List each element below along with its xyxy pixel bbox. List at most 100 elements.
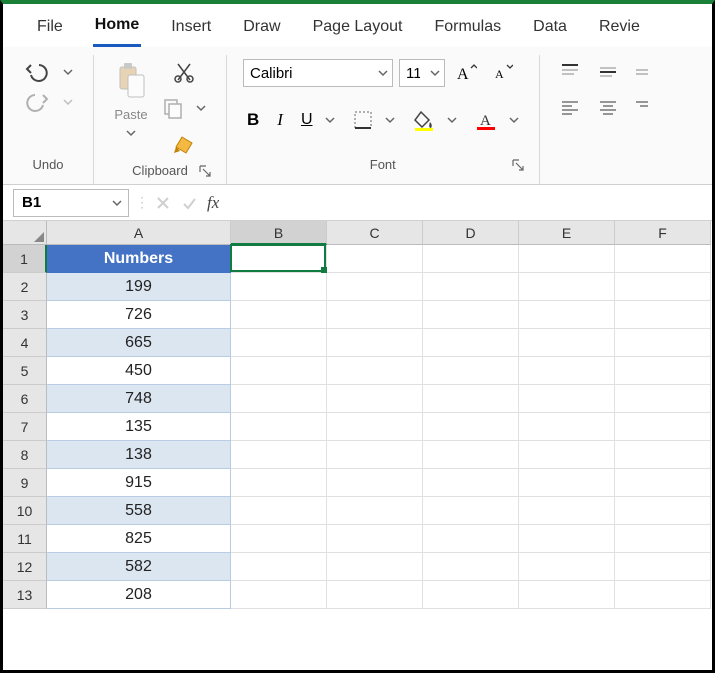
- row-header[interactable]: 7: [3, 413, 47, 441]
- row-header[interactable]: 10: [3, 497, 47, 525]
- paste-button[interactable]: [110, 59, 152, 103]
- name-box[interactable]: [13, 189, 129, 217]
- cell[interactable]: 726: [47, 301, 231, 329]
- row-header[interactable]: 6: [3, 385, 47, 413]
- cell[interactable]: [327, 301, 423, 329]
- cell[interactable]: [615, 441, 711, 469]
- row-header[interactable]: 13: [3, 581, 47, 609]
- bold-button[interactable]: B: [243, 108, 263, 132]
- cell[interactable]: [327, 553, 423, 581]
- row-header[interactable]: 9: [3, 469, 47, 497]
- cell[interactable]: [231, 273, 327, 301]
- cell[interactable]: [615, 301, 711, 329]
- cell[interactable]: 208: [47, 581, 231, 609]
- cell[interactable]: [519, 273, 615, 301]
- enter-icon[interactable]: [181, 195, 197, 211]
- increase-font-button[interactable]: A: [451, 60, 481, 86]
- cell[interactable]: [519, 581, 615, 609]
- chevron-down-icon[interactable]: [106, 195, 128, 211]
- cell[interactable]: [327, 581, 423, 609]
- cell[interactable]: [327, 469, 423, 497]
- cell[interactable]: [327, 273, 423, 301]
- cell[interactable]: [231, 441, 327, 469]
- cell[interactable]: [327, 413, 423, 441]
- border-button[interactable]: [349, 108, 377, 132]
- cell[interactable]: [519, 497, 615, 525]
- align-left-button[interactable]: [556, 97, 584, 117]
- cell[interactable]: [231, 581, 327, 609]
- cell[interactable]: [423, 441, 519, 469]
- font-color-dropdown[interactable]: [505, 113, 523, 127]
- cell[interactable]: 135: [47, 413, 231, 441]
- cell[interactable]: [327, 525, 423, 553]
- tab-file[interactable]: File: [35, 14, 65, 46]
- col-header-D[interactable]: D: [423, 221, 519, 245]
- fill-color-dropdown[interactable]: [443, 113, 461, 127]
- cell[interactable]: [615, 413, 711, 441]
- align-top-button[interactable]: [556, 61, 584, 83]
- cell[interactable]: [615, 273, 711, 301]
- cell[interactable]: [519, 469, 615, 497]
- cell[interactable]: 582: [47, 553, 231, 581]
- cell[interactable]: [423, 581, 519, 609]
- cell[interactable]: [519, 385, 615, 413]
- font-name-combo[interactable]: [243, 59, 393, 87]
- underline-dropdown[interactable]: [321, 113, 339, 127]
- font-size-combo[interactable]: [399, 59, 445, 87]
- row-header[interactable]: 4: [3, 329, 47, 357]
- select-all-corner[interactable]: [3, 221, 47, 245]
- font-color-button[interactable]: A: [471, 107, 501, 133]
- col-header-A[interactable]: A: [47, 221, 231, 245]
- cell[interactable]: [423, 357, 519, 385]
- undo-button[interactable]: [19, 59, 55, 85]
- font-name-input[interactable]: [244, 60, 374, 86]
- cell[interactable]: [519, 245, 615, 273]
- cell[interactable]: [231, 245, 327, 273]
- cell[interactable]: [519, 301, 615, 329]
- cell[interactable]: [519, 357, 615, 385]
- tab-draw[interactable]: Draw: [241, 14, 282, 46]
- row-header[interactable]: 8: [3, 441, 47, 469]
- chevron-down-icon[interactable]: [426, 65, 444, 81]
- row-header[interactable]: 1: [3, 245, 47, 273]
- cell[interactable]: [519, 553, 615, 581]
- tab-formulas[interactable]: Formulas: [432, 14, 503, 46]
- cell[interactable]: [615, 553, 711, 581]
- cell[interactable]: [327, 329, 423, 357]
- name-box-input[interactable]: [14, 194, 106, 211]
- cell[interactable]: [615, 581, 711, 609]
- border-dropdown[interactable]: [381, 113, 399, 127]
- cell[interactable]: [519, 525, 615, 553]
- formula-input[interactable]: [219, 189, 712, 217]
- cell[interactable]: 450: [47, 357, 231, 385]
- cell[interactable]: [615, 245, 711, 273]
- cell[interactable]: [327, 245, 423, 273]
- cell[interactable]: [231, 525, 327, 553]
- cell[interactable]: [615, 329, 711, 357]
- copy-dropdown[interactable]: [192, 101, 210, 115]
- cell[interactable]: [327, 441, 423, 469]
- cell[interactable]: [423, 273, 519, 301]
- col-header-B[interactable]: B: [231, 221, 327, 245]
- cell[interactable]: [423, 301, 519, 329]
- cell[interactable]: [231, 553, 327, 581]
- italic-button[interactable]: I: [273, 108, 287, 132]
- tab-home[interactable]: Home: [93, 12, 141, 47]
- cell[interactable]: [519, 329, 615, 357]
- cell[interactable]: [423, 413, 519, 441]
- redo-button[interactable]: [19, 89, 55, 115]
- cell[interactable]: [615, 357, 711, 385]
- col-header-F[interactable]: F: [615, 221, 711, 245]
- fx-icon[interactable]: fx: [207, 193, 219, 213]
- cell[interactable]: [423, 329, 519, 357]
- tab-page-layout[interactable]: Page Layout: [311, 14, 405, 46]
- cell[interactable]: [615, 525, 711, 553]
- cell[interactable]: [519, 441, 615, 469]
- cell[interactable]: 558: [47, 497, 231, 525]
- cancel-icon[interactable]: [155, 195, 171, 211]
- cell[interactable]: [231, 413, 327, 441]
- decrease-font-button[interactable]: A: [487, 60, 517, 86]
- font-launcher[interactable]: [511, 158, 525, 172]
- cell[interactable]: 199: [47, 273, 231, 301]
- cell[interactable]: [327, 385, 423, 413]
